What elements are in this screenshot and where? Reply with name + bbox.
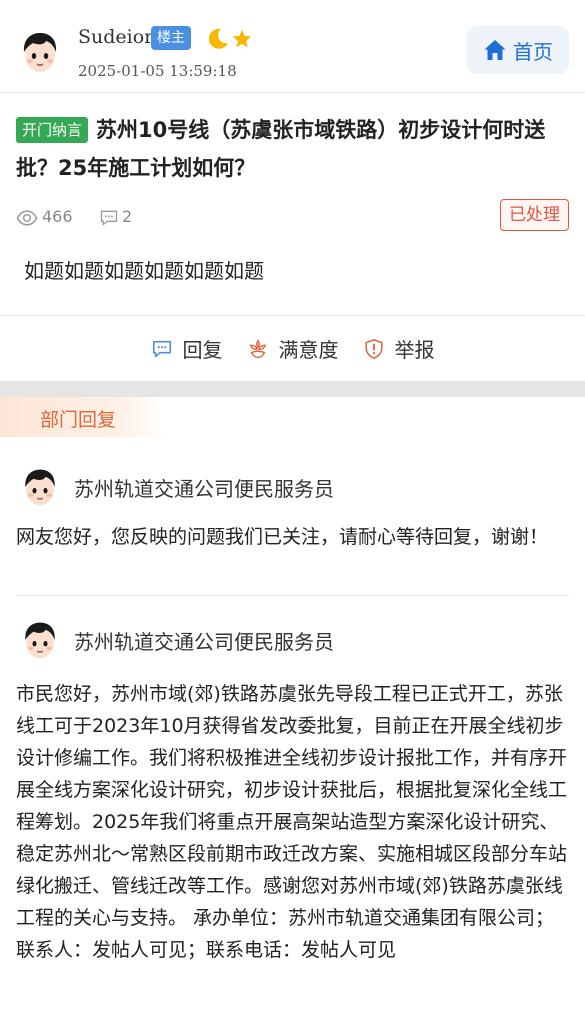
boy-avatar-icon <box>25 469 55 506</box>
owner-badge: 楼主 <box>151 26 191 50</box>
comment-count: 2 <box>122 207 133 226</box>
comment-icon <box>100 210 118 226</box>
reply-header: 苏州轨道交通公司便民服务员 <box>16 439 569 521</box>
replier-name[interactable]: 苏州轨道交通公司便民服务员 <box>74 626 334 655</box>
post-title: 开门纳言 苏州10号线（苏虞张市域铁路）初步设计何时送批？25年施工计划如何？ <box>16 111 569 187</box>
post-time: 2025-01-05 13:59:18 <box>78 62 237 80</box>
post-title-text: 苏州10号线（苏虞张市域铁路）初步设计何时送批？25年施工计划如何？ <box>16 118 546 180</box>
replier-avatar[interactable] <box>18 465 62 509</box>
star-icon <box>232 29 252 48</box>
author-avatar[interactable] <box>16 28 64 76</box>
reply-item: 苏州轨道交通公司便民服务员 网友您好，您反映的问题我们已关注，请耐心等待回复，谢… <box>0 439 585 595</box>
dept-reply-label: 部门回复 <box>40 409 117 431</box>
boy-avatar-icon <box>23 33 57 72</box>
post-title-block: 开门纳言 苏州10号线（苏虞张市域铁路）初步设计何时送批？25年施工计划如何？ 4… <box>0 93 585 239</box>
post-meta: 466 2 已处理 <box>16 199 569 239</box>
reply-button[interactable]: 回复 <box>151 334 223 363</box>
home-label: 首页 <box>513 39 553 64</box>
home-button[interactable]: 首页 <box>467 26 569 74</box>
replier-name[interactable]: 苏州轨道交通公司便民服务员 <box>74 473 334 502</box>
report-button[interactable]: 举报 <box>363 334 435 363</box>
reply-header: 苏州轨道交通公司便民服务员 <box>16 596 569 678</box>
reply-icon <box>152 340 171 357</box>
house-icon <box>484 40 506 60</box>
post-header: Sudeior 楼主 2025-01-05 13:59:18 首页 <box>0 0 585 92</box>
author-name[interactable]: Sudeior <box>78 26 153 48</box>
report-label: 举报 <box>394 338 435 362</box>
status-badge: 已处理 <box>500 199 569 231</box>
category-tag[interactable]: 开门纳言 <box>16 117 89 143</box>
satisfaction-button[interactable]: 满意度 <box>247 334 339 363</box>
flower-icon <box>248 338 267 358</box>
eye-icon <box>16 210 38 226</box>
moon-icon <box>208 28 228 49</box>
section-separator <box>0 381 585 397</box>
reply-text: 市民您好，苏州市域(郊)铁路苏虞张先导段工程已正式开工，苏张线工可于2023年1… <box>16 683 568 961</box>
report-icon <box>364 338 383 359</box>
post-body: 如题如题如题如题如题如题 <box>24 259 264 283</box>
reply-item: 苏州轨道交通公司便民服务员 市民您好，苏州市域(郊)铁路苏虞张先导段工程已正式开… <box>0 596 585 966</box>
view-count: 466 <box>42 207 73 226</box>
boy-avatar-icon <box>25 622 55 659</box>
reply-text: 网友您好，您反映的问题我们已关注，请耐心等待回复，谢谢！ <box>16 526 549 548</box>
reply-label: 回复 <box>182 338 223 362</box>
action-bar: 回复 满意度 举报 <box>0 315 585 381</box>
replier-avatar[interactable] <box>18 618 62 662</box>
satisfaction-label: 满意度 <box>278 338 339 362</box>
dept-reply-header: 部门回复 <box>0 397 585 439</box>
